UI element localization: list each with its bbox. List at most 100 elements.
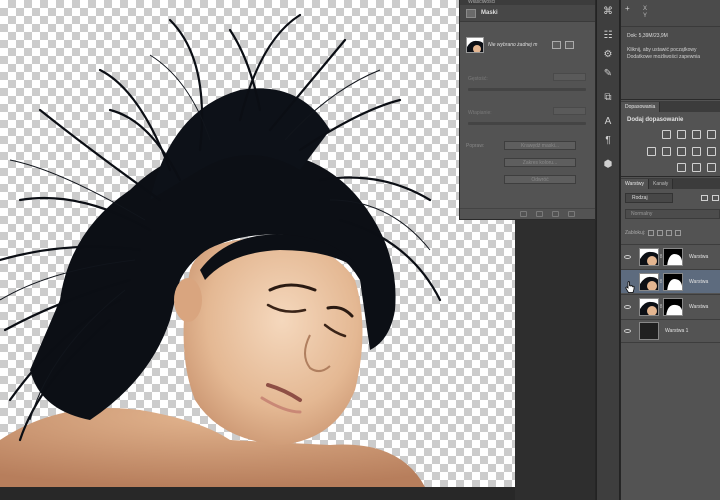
layer-row[interactable]: 8 Warstwa bbox=[621, 294, 720, 318]
visibility-toggle[interactable] bbox=[621, 319, 633, 343]
layer-name[interactable]: Warstwa bbox=[683, 254, 708, 260]
layer-name[interactable]: Warstwa 1 bbox=[659, 328, 688, 334]
adjustments-icon[interactable]: ⚙ bbox=[599, 46, 617, 62]
properties-panel[interactable]: Właściwości Maski Nie wybrano żadnej m G… bbox=[459, 0, 596, 220]
character-icon[interactable]: A bbox=[599, 113, 617, 129]
tool-hint: Kliknij, aby ustawić początkowy Dodatkow… bbox=[627, 47, 700, 61]
layer-thumbnail[interactable] bbox=[639, 297, 659, 316]
adjustments-tabbar: Dopasowania bbox=[621, 101, 720, 112]
layer-row[interactable]: 8 Warstwa bbox=[621, 244, 720, 268]
lock-label: Zablokuj: bbox=[625, 230, 646, 236]
blend-mode-value: Normalny bbox=[631, 211, 653, 217]
refine-row-1: Popraw: Krawędź maski... bbox=[466, 141, 592, 150]
paragraph-icon[interactable]: ¶ bbox=[599, 132, 617, 148]
layer-row[interactable]: Warstwa 1 bbox=[621, 319, 720, 343]
coord-y-label: Y bbox=[643, 13, 648, 19]
invert-button[interactable]: Odwróć bbox=[504, 175, 576, 184]
crosshair-icon: + bbox=[625, 4, 630, 13]
disable-mask-icon[interactable] bbox=[552, 211, 559, 217]
panel-icon-strip: ⌘ ☷ ⚙ ✎ ⧉ A ¶ ⬢ bbox=[596, 0, 620, 500]
tool-hint-line-1: Kliknij, aby ustawić początkowy bbox=[627, 47, 697, 53]
adjustment-icons-row-3 bbox=[621, 163, 720, 172]
visibility-toggle[interactable] bbox=[621, 295, 633, 319]
invert-adjustment-icon[interactable] bbox=[677, 163, 686, 172]
load-selection-icon[interactable] bbox=[520, 211, 527, 217]
portrait-image bbox=[0, 13, 442, 487]
layer-kind-filter[interactable]: Rodzaj bbox=[625, 193, 673, 203]
document-size: Dok: 5,39M/23,9M bbox=[627, 33, 668, 39]
clone-source-icon[interactable]: ⧉ bbox=[599, 89, 617, 105]
info-divider bbox=[621, 26, 720, 27]
properties-footer bbox=[460, 208, 595, 219]
color-range-button[interactable]: Zakres koloru... bbox=[504, 158, 576, 167]
lock-row: Zablokuj: bbox=[625, 230, 720, 236]
document-canvas[interactable] bbox=[0, 0, 515, 487]
lock-transparent-icon[interactable] bbox=[648, 230, 655, 236]
color-balance-icon[interactable] bbox=[647, 147, 656, 156]
density-slider[interactable] bbox=[468, 88, 586, 91]
history-icon[interactable]: ⌘ bbox=[599, 3, 617, 19]
lock-image-icon[interactable] bbox=[657, 230, 664, 236]
eye-icon bbox=[623, 304, 631, 309]
mask-edge-button[interactable]: Krawędź maski... bbox=[504, 141, 576, 150]
eye-icon bbox=[623, 329, 631, 333]
apply-mask-icon[interactable] bbox=[536, 211, 543, 217]
threshold-icon[interactable] bbox=[707, 163, 716, 172]
tab-layers[interactable]: Warstwy bbox=[621, 179, 649, 189]
layer-mask-thumbnail[interactable] bbox=[663, 247, 683, 266]
feather-slider[interactable] bbox=[468, 122, 586, 125]
tab-adjustments[interactable]: Dopasowania bbox=[621, 102, 661, 112]
exposure-icon[interactable] bbox=[707, 130, 716, 139]
mask-icon bbox=[466, 8, 476, 18]
curves-icon[interactable] bbox=[692, 130, 701, 139]
lock-position-icon[interactable] bbox=[666, 230, 673, 236]
visibility-toggle[interactable] bbox=[621, 245, 633, 269]
info-panel: + X Y Dok: 5,39M/23,9M Kliknij, aby usta… bbox=[621, 0, 720, 100]
layer-kind-value: Rodzaj bbox=[632, 195, 648, 201]
masks-title: Maski bbox=[481, 10, 498, 16]
layer-thumbnail[interactable] bbox=[639, 247, 659, 266]
posterize-icon[interactable] bbox=[692, 163, 701, 172]
layers-panel: Warstwy Kanały Rodzaj Normalny Zablokuj: bbox=[621, 178, 720, 500]
density-control: Gęstość: bbox=[468, 73, 586, 91]
refine-row-2: Zakres koloru... bbox=[466, 158, 592, 167]
mask-selection-row: Nie wybrano żadnej m bbox=[460, 32, 595, 58]
lock-all-icon[interactable] bbox=[675, 230, 682, 236]
channel-mixer-icon[interactable] bbox=[692, 147, 701, 156]
eye-icon bbox=[623, 254, 631, 259]
layer-mask-thumbnail[interactable] bbox=[663, 297, 683, 316]
feather-input[interactable] bbox=[553, 107, 586, 115]
levels-icon[interactable] bbox=[677, 130, 686, 139]
adjustments-panel: Dopasowania Dodaj dopasowanie bbox=[621, 101, 720, 177]
layer-row-selected[interactable]: 8 Warstwa bbox=[621, 269, 720, 293]
feather-label: Wtapianie: bbox=[468, 110, 492, 116]
pixel-filter-icon[interactable] bbox=[701, 195, 708, 201]
coord-x-label: X bbox=[643, 6, 648, 12]
add-pixel-mask-button[interactable] bbox=[552, 41, 561, 49]
add-vector-mask-button[interactable] bbox=[565, 41, 574, 49]
pasteboard bbox=[515, 220, 595, 500]
mask-selection-label: Nie wybrano żadnej m bbox=[488, 42, 538, 48]
tab-channels[interactable]: Kanały bbox=[648, 179, 674, 189]
properties-icon[interactable]: ☷ bbox=[599, 27, 617, 43]
blend-mode-select[interactable]: Normalny bbox=[625, 209, 720, 219]
adjustment-icons-row-1 bbox=[621, 130, 720, 139]
layer-thumbnail-empty[interactable] bbox=[639, 322, 659, 340]
layer-name[interactable]: Warstwa bbox=[683, 279, 708, 285]
refine-label: Popraw: bbox=[466, 142, 485, 149]
adjustment-icons-row-2 bbox=[621, 147, 720, 156]
3d-icon[interactable]: ⬢ bbox=[599, 156, 617, 172]
color-lookup-icon[interactable] bbox=[707, 147, 716, 156]
black-white-icon[interactable] bbox=[662, 147, 671, 156]
adjustment-filter-icon[interactable] bbox=[712, 195, 719, 201]
trash-icon[interactable] bbox=[568, 211, 575, 217]
density-label: Gęstość: bbox=[468, 76, 488, 82]
layer-name[interactable]: Warstwa bbox=[683, 304, 708, 310]
layer-mask-thumbnail[interactable] bbox=[663, 272, 683, 291]
density-input[interactable] bbox=[553, 73, 586, 81]
brush-presets-icon[interactable]: ✎ bbox=[599, 65, 617, 81]
photo-filter-icon[interactable] bbox=[677, 147, 686, 156]
tool-hint-line-2: Dodatkowe możliwości zapewnia bbox=[627, 54, 701, 60]
brightness-contrast-icon[interactable] bbox=[662, 130, 671, 139]
layer-thumbnail[interactable] bbox=[639, 272, 659, 291]
